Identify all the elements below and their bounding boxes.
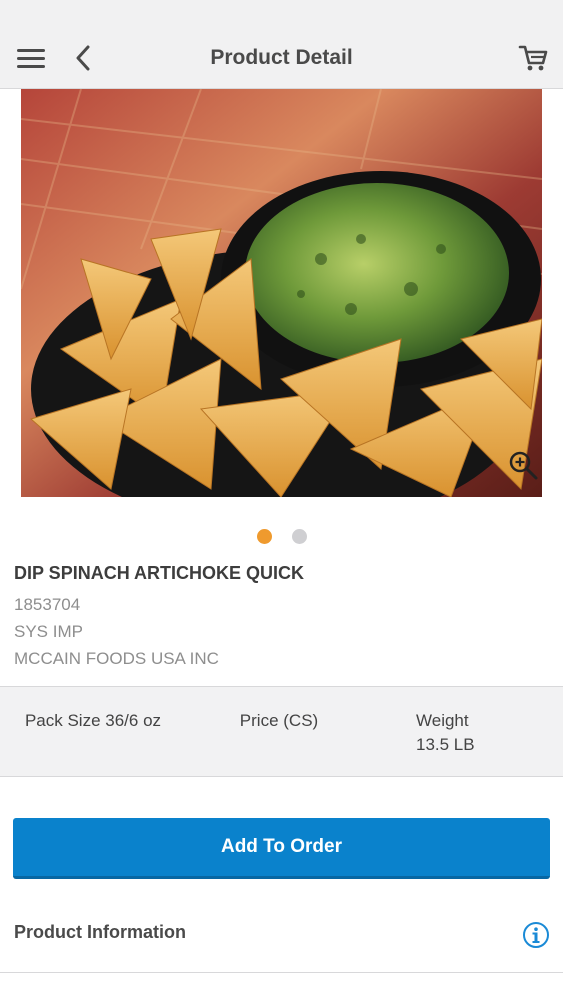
cart-button[interactable] [515,40,551,76]
weight: Weight 13.5 LB [416,709,508,757]
product-photo [21,89,542,497]
product-sku: 1853704 [14,595,81,614]
product-name: DIP SPINACH ARTICHOKE QUICK [14,563,305,583]
zoom-in-icon [509,451,538,480]
product-brand: SYS IMP [14,622,83,641]
info-icon[interactable] [522,921,550,949]
shopping-cart-icon [518,45,548,71]
weight-label: Weight [416,711,469,730]
image-pager [0,529,563,544]
product-specs: Pack Size 36/6 oz Price (CS) Weight 13.5… [0,686,563,777]
weight-value: 13.5 LB [416,735,475,754]
pack-size: Pack Size 36/6 oz [24,711,162,730]
pager-dot[interactable] [291,529,307,544]
add-to-order-button[interactable]: Add To Order [13,818,550,879]
page-title: Product Detail [210,46,353,69]
price-label: Price (CS) [239,711,319,730]
product-image[interactable] [21,89,542,497]
product-information-label: Product Information [14,922,186,942]
top-navigation-bar: Product Detail [0,0,563,89]
product-manufacturer: MCCAIN FOODS USA INC [14,649,219,668]
zoom-button[interactable] [507,449,539,481]
product-information-row[interactable]: Product Information [0,897,563,973]
pager-dot-active[interactable] [256,529,272,544]
